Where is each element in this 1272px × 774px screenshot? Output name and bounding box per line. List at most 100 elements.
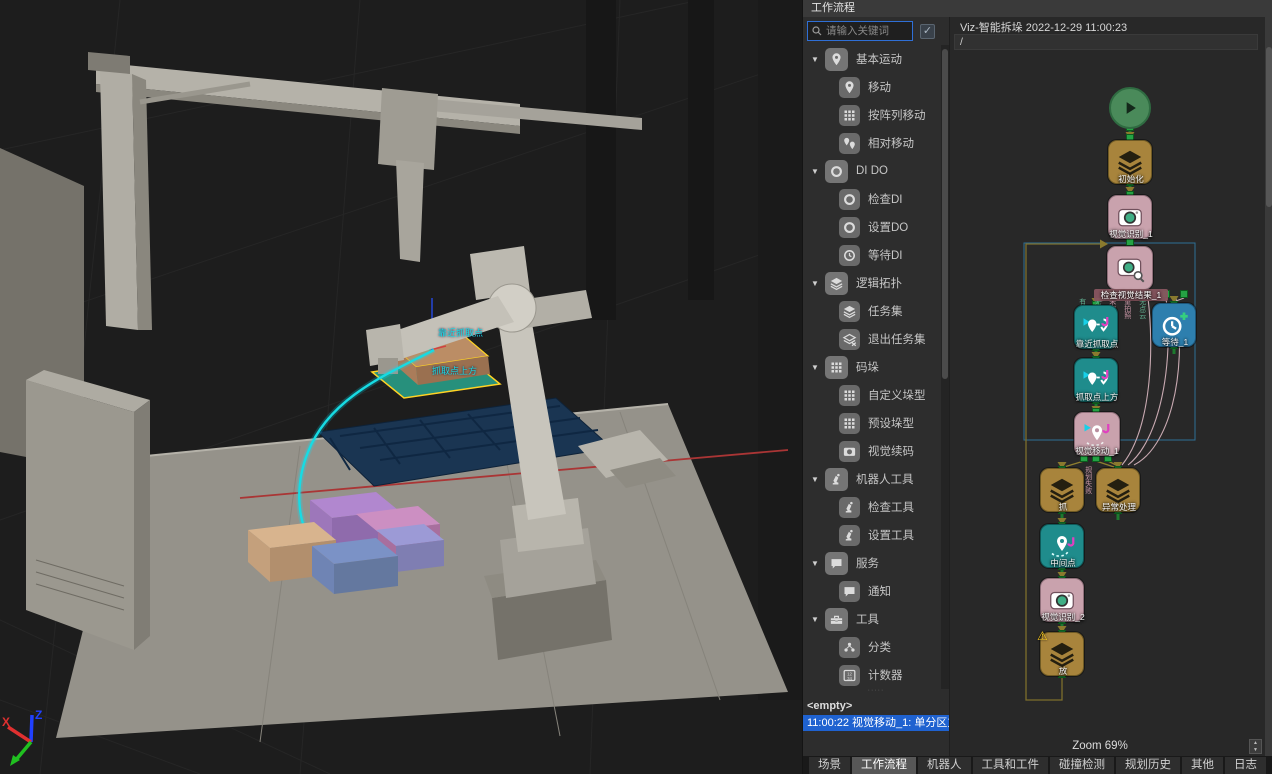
tree-item-preset-pallet-pattern[interactable]: 预设垛型 [803, 409, 941, 437]
pin-icon [839, 77, 860, 98]
plan-history-entry[interactable]: 11:00:22 视觉移动_1: 单分区方形 [803, 715, 949, 731]
tree-group-di-do[interactable]: ▼DI DO [803, 157, 941, 185]
tree-item-custom-pallet-pattern[interactable]: 自定义垛型 [803, 381, 941, 409]
layers-icon [1047, 639, 1077, 669]
plan-root-label: <empty> [807, 700, 852, 712]
node-above-pick-point[interactable]: 抓取点上方 [1074, 358, 1118, 402]
node-middle-point[interactable]: 中间点 [1040, 524, 1084, 568]
tree-item-task-set[interactable]: 任务集 [803, 297, 941, 325]
workflow-panel: 工作流程 ✓ ▼基本运动 移动 按阵列移动 相对移动 ▼DI DO 检查DI 设… [802, 0, 1272, 774]
tree-group-basic-motion[interactable]: ▼基本运动 [803, 45, 941, 73]
layers-icon [1103, 475, 1133, 505]
warning-icon: ⚠ [1037, 629, 1048, 643]
step-library-sidebar: ✓ ▼基本运动 移动 按阵列移动 相对移动 ▼DI DO 检查DI 设置DO 等… [803, 17, 949, 756]
panel-title: 工作流程 [803, 0, 1272, 17]
camera-icon [839, 441, 860, 462]
tree-item-set-tool[interactable]: 设置工具 [803, 521, 941, 549]
pin-pair-icon [839, 133, 860, 154]
layers-icon [839, 301, 860, 322]
ring-icon [839, 217, 860, 238]
resize-dots-handle[interactable]: ····· [861, 687, 891, 694]
tab-workflow[interactable]: 工作流程 [852, 757, 916, 774]
robot-arm-icon [839, 497, 860, 518]
caret-down-icon: ▼ [811, 615, 825, 624]
search-input[interactable] [823, 24, 903, 38]
3d-viewport[interactable]: Z X 靠近抓取点 抓取点上方 [0, 0, 802, 774]
move-pin-icon [1081, 312, 1111, 342]
tab-others[interactable]: 其他 [1182, 757, 1223, 774]
layers-icon [825, 272, 848, 295]
layers-icon [1047, 475, 1077, 505]
clock-icon [839, 245, 860, 266]
grid-pin-icon [839, 105, 860, 126]
flow-canvas[interactable]: 有结果 无结果 未完成 重拍照 无点云 成功 规划失败 其他 初始化 [950, 48, 1266, 738]
tree-item-counter[interactable]: 1234计数器 [803, 661, 941, 689]
step-tree: ▼基本运动 移动 按阵列移动 相对移动 ▼DI DO 检查DI 设置DO 等待D… [803, 45, 941, 689]
node-check-vision-result-1[interactable]: 检查视觉结果_1 [1107, 246, 1153, 290]
camera-icon [1115, 202, 1145, 232]
tab-log[interactable]: 日志 [1225, 757, 1266, 774]
node-exception-handling[interactable]: 异常处理 [1096, 468, 1140, 512]
node-vision-recognition-2[interactable]: 视觉识别_2 [1040, 578, 1084, 622]
node-init[interactable]: 初始化 [1108, 140, 1152, 184]
graph-scrollbar[interactable] [1265, 17, 1272, 756]
tab-collision-detection[interactable]: 碰撞检测 [1050, 757, 1114, 774]
chat-icon [825, 552, 848, 575]
node-grab-task[interactable]: 抓 [1040, 468, 1084, 512]
tree-item-check-tool[interactable]: 检查工具 [803, 493, 941, 521]
chat-icon [839, 581, 860, 602]
tree-item-move[interactable]: 移动 [803, 73, 941, 101]
tree-item-notify[interactable]: 通知 [803, 577, 941, 605]
cabinet [26, 370, 150, 650]
tree-item-wait-di[interactable]: 等待DI [803, 241, 941, 269]
toolbox-icon [825, 608, 848, 631]
node-vision-recognition-1[interactable]: 视觉识别_1 [1108, 195, 1152, 239]
tab-scene[interactable]: 场景 [809, 757, 850, 774]
tree-item-set-do[interactable]: 设置DO [803, 213, 941, 241]
zoom-level: Zoom 69% [950, 740, 1250, 752]
caret-down-icon: ▼ [811, 475, 825, 484]
app-window: Z X 靠近抓取点 抓取点上方 工作流程 ✓ ▼基本运动 移动 按阵列移动 相对… [0, 0, 1272, 774]
tree-group-logic-topology[interactable]: ▼逻辑拓扑 [803, 269, 941, 297]
waypoint-icon [1047, 531, 1077, 561]
caret-down-icon: ▼ [811, 167, 825, 176]
project-title: Viz-智能拆垛 2022-12-29 11:00:23 [960, 19, 1127, 35]
tab-tools-workpieces[interactable]: 工具和工件 [973, 757, 1049, 774]
caret-down-icon: ▼ [811, 559, 825, 568]
tree-item-move-by-array[interactable]: 按阵列移动 [803, 101, 941, 129]
node-vision-move-1[interactable]: 视觉移动_1 [1074, 412, 1120, 456]
zoom-spinner[interactable]: ▲ ▼ [1249, 739, 1262, 754]
caret-down-icon: ▼ [811, 279, 825, 288]
vision-move-icon [1082, 419, 1112, 449]
filter-checkbox[interactable]: ✓ [920, 24, 935, 39]
node-place-task[interactable]: ⚠ 放 [1040, 632, 1084, 676]
play-icon [1120, 98, 1140, 118]
tree-item-check-di[interactable]: 检查DI [803, 185, 941, 213]
node-wait-1[interactable]: 等待_1 [1152, 303, 1196, 347]
tree-item-relative-move[interactable]: 相对移动 [803, 129, 941, 157]
tree-item-exit-task-set[interactable]: 退出任务集 [803, 325, 941, 353]
pallet-grid-icon [825, 356, 848, 379]
spin-up-icon[interactable]: ▲ [1250, 740, 1261, 747]
tree-group-robot-tool[interactable]: ▼机器人工具 [803, 465, 941, 493]
node-start[interactable] [1109, 87, 1151, 129]
x-axis-label: X [2, 715, 10, 729]
z-axis-label: Z [35, 708, 42, 722]
tab-planning-history[interactable]: 规划历史 [1116, 757, 1180, 774]
sidebar-scrollbar[interactable] [941, 45, 949, 689]
robot-arm-icon [839, 525, 860, 546]
ring-icon [825, 160, 848, 183]
tree-group-tool[interactable]: ▼工具 [803, 605, 941, 633]
pallet-grid-icon [839, 385, 860, 406]
tab-robot[interactable]: 机器人 [918, 757, 971, 774]
clock-plus-icon [1159, 310, 1189, 340]
pin-icon [825, 48, 848, 71]
search-input-box[interactable] [807, 21, 913, 41]
tree-group-palletizing[interactable]: ▼码垛 [803, 353, 941, 381]
node-near-pick-point[interactable]: 靠近抓取点 [1074, 305, 1118, 349]
tree-item-classify[interactable]: 分类 [803, 633, 941, 661]
tree-group-service[interactable]: ▼服务 [803, 549, 941, 577]
spin-down-icon[interactable]: ▼ [1250, 747, 1261, 754]
tree-item-vision-continue-pallet[interactable]: 视觉续码 [803, 437, 941, 465]
workflow-graph-area: Viz-智能拆垛 2022-12-29 11:00:23 / [949, 17, 1265, 756]
